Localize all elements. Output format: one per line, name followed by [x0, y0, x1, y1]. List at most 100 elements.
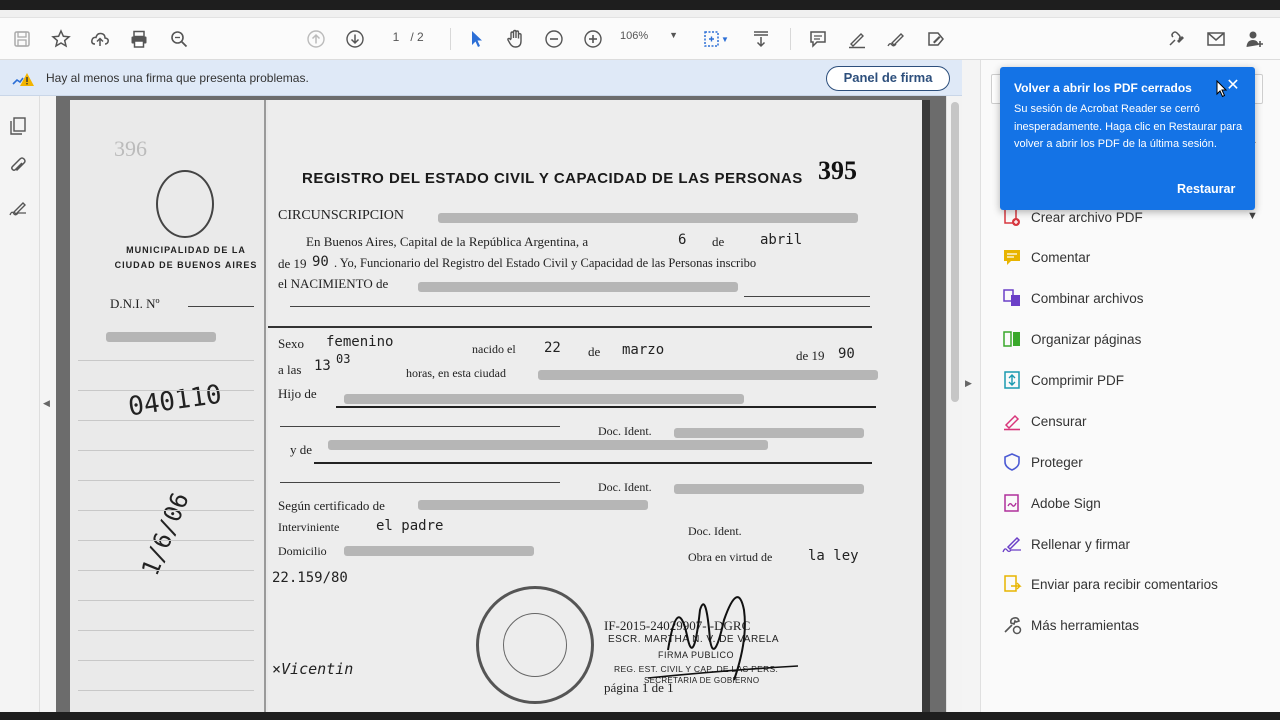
- tool-label: Enviar para recibir comentarios: [1031, 576, 1218, 592]
- line2-prefix: de 19: [278, 256, 307, 271]
- line2-text: . Yo, Funcionario del Registro del Estad…: [334, 256, 757, 270]
- tool-label: Comentar: [1031, 249, 1091, 265]
- page-edge-shadow: [922, 100, 930, 712]
- tool-send-for-comments[interactable]: Enviar para recibir comentarios: [1001, 572, 1218, 596]
- ledger-line: [78, 420, 254, 421]
- search-icon[interactable]: [167, 27, 191, 51]
- collapse-left-panel-icon[interactable]: ◀: [43, 398, 50, 409]
- page-thumbnails-icon[interactable]: [8, 116, 30, 138]
- select-cursor-icon[interactable]: [464, 27, 488, 51]
- next-page-icon[interactable]: [343, 27, 367, 51]
- collapse-right-panel-icon[interactable]: ▶: [965, 378, 972, 389]
- scroll-mode-icon[interactable]: [749, 27, 773, 51]
- line1-day: 6: [678, 232, 687, 248]
- line1-de: de: [712, 234, 725, 249]
- document-viewport[interactable]: 396 MUNICIPALIDAD DE LA CIUDAD DE BUENOS…: [56, 96, 946, 712]
- edit-tag-icon[interactable]: [924, 27, 948, 51]
- nacido-year-label: de 19: [796, 348, 825, 363]
- tool-label: Comprimir PDF: [1031, 372, 1124, 388]
- y-de-label: y de: [290, 442, 313, 457]
- star-bookmark-icon[interactable]: [49, 27, 73, 51]
- obra-label: Obra en virtud de: [688, 550, 773, 564]
- tool-compress-pdf[interactable]: Comprimir PDF: [1001, 368, 1124, 392]
- tool-adobe-sign[interactable]: Adobe Sign: [1001, 491, 1101, 515]
- redacted-father: [344, 394, 744, 404]
- combine-files-icon: [1001, 287, 1023, 309]
- tab-strip: [0, 10, 1280, 18]
- nacido-label: nacido el: [472, 342, 516, 356]
- document-scrollbar[interactable]: [946, 96, 962, 712]
- redacted-doc-1: [674, 428, 864, 438]
- redacted-circunscripcion: [438, 213, 858, 223]
- sexo-label: Sexo: [278, 336, 304, 351]
- municipality-name: MUNICIPALIDAD DE LA CIUDAD DE BUENOS AIR…: [114, 245, 258, 270]
- field-line: [336, 406, 876, 408]
- tool-redact[interactable]: Censurar: [1001, 409, 1087, 433]
- tool-comment[interactable]: Comentar: [1001, 245, 1090, 269]
- signature-panel-button[interactable]: Panel de firma: [826, 66, 950, 91]
- ledger-line: [78, 450, 254, 451]
- popup-message: Su sesión de Acrobat Reader se cerró ine…: [1014, 103, 1243, 150]
- tool-label: Más herramientas: [1031, 617, 1140, 633]
- send-comments-icon: [1001, 573, 1023, 595]
- zoom-out-icon[interactable]: [542, 27, 566, 51]
- tool-label: Organizar páginas: [1031, 331, 1142, 347]
- nacido-month: marzo: [622, 342, 665, 358]
- redacted-city: [538, 370, 878, 380]
- tool-label: Rellenar y firmar: [1031, 536, 1131, 552]
- redacted-doc-2: [674, 484, 864, 494]
- segun-label: Según certificado de: [278, 498, 385, 513]
- registrar-signature: ×Vicentin: [272, 660, 354, 678]
- doc-ident-2: Doc. Ident.: [598, 480, 652, 494]
- email-icon[interactable]: [1204, 27, 1228, 51]
- official-signature: [648, 596, 798, 681]
- stamp-inner-ring: [503, 613, 567, 677]
- redacted-certificate: [418, 500, 648, 510]
- line2-year: 90: [312, 254, 329, 270]
- share-link-icon[interactable]: [1164, 27, 1188, 51]
- chevron-down-icon[interactable]: ▼: [1247, 210, 1258, 222]
- scrollbar-thumb[interactable]: [951, 102, 959, 402]
- acrobat-window: 1 / 2 106% ▼ ▼ Hay al menos una firma qu…: [0, 0, 1280, 720]
- tool-fill-and-sign[interactable]: Rellenar y firmar: [1001, 532, 1130, 556]
- field-line: [290, 306, 870, 307]
- shield-icon: [1001, 451, 1023, 473]
- fit-dropdown-caret[interactable]: ▼: [720, 27, 730, 51]
- tool-organize-pages[interactable]: Organizar páginas: [1001, 327, 1141, 351]
- current-page-input[interactable]: 1: [385, 30, 407, 44]
- previous-page-icon[interactable]: [304, 27, 328, 51]
- chevron-down-icon: ▼: [669, 30, 678, 40]
- tool-combine-files[interactable]: Combinar archivos: [1001, 286, 1144, 310]
- hand-tool-icon[interactable]: [503, 27, 527, 51]
- tool-label: Proteger: [1031, 454, 1083, 470]
- highlight-pen-icon[interactable]: [845, 27, 869, 51]
- zoom-dropdown[interactable]: 106% ▼: [620, 30, 684, 48]
- zoom-in-icon[interactable]: [581, 27, 605, 51]
- sign-pen-icon[interactable]: [884, 27, 908, 51]
- signatures-panel-icon[interactable]: [8, 198, 30, 220]
- nacido-year: 90: [838, 346, 855, 362]
- interviniente-label: Interviniente: [278, 520, 340, 534]
- popup-title: Volver a abrir los PDF cerrados: [1014, 81, 1192, 95]
- toolbar-divider: [450, 28, 451, 50]
- zoom-value: 106%: [620, 30, 649, 42]
- tool-more-tools[interactable]: Más herramientas: [1001, 613, 1139, 637]
- save-icon[interactable]: [10, 27, 34, 51]
- handwritten-number: 040110: [126, 379, 224, 423]
- field-line: [744, 296, 870, 297]
- toolbar-divider: [790, 28, 791, 50]
- comment-icon[interactable]: [806, 27, 830, 51]
- print-icon[interactable]: [127, 27, 151, 51]
- page-navigator: 1 / 2: [385, 30, 424, 44]
- add-user-icon[interactable]: [1243, 27, 1267, 51]
- cloud-upload-icon[interactable]: [88, 27, 112, 51]
- window-bottom-edge: [0, 712, 1280, 720]
- handwritten-date: 1/6/06: [136, 488, 195, 580]
- attachment-icon[interactable]: [8, 156, 30, 178]
- nacido-day: 22: [544, 340, 561, 356]
- tool-label: Censurar: [1031, 413, 1087, 429]
- restore-button[interactable]: Restaurar: [1177, 182, 1235, 196]
- tool-protect[interactable]: Proteger: [1001, 450, 1083, 474]
- hora-label: a las: [278, 362, 302, 377]
- comment-bubble-icon: [1001, 246, 1023, 268]
